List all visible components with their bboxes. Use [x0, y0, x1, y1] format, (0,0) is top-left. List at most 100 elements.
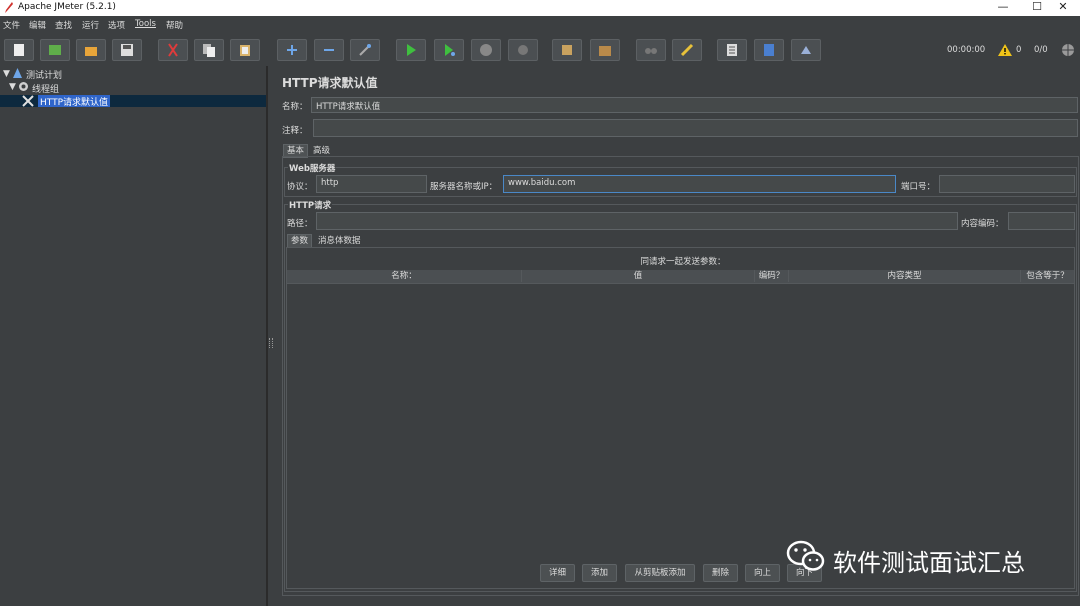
parameters-panel	[286, 247, 1075, 589]
warning-count: 0	[1016, 45, 1022, 55]
gear-icon	[19, 82, 28, 91]
start-no-pause-icon	[445, 44, 455, 56]
column-header-content-type[interactable]: 内容类型	[789, 270, 1021, 282]
open-icon	[85, 47, 97, 56]
remote-button[interactable]	[791, 39, 821, 61]
menu-tools[interactable]: Tools	[135, 19, 156, 29]
tree-item-thread-group[interactable]: 线程组	[32, 82, 59, 95]
clear-icon	[562, 45, 572, 55]
column-header-encode[interactable]: 编码？	[755, 270, 789, 282]
tree-item-http-defaults[interactable]: HTTP请求默认值	[38, 95, 111, 108]
help-icon	[764, 44, 774, 56]
toggle-button[interactable]	[350, 39, 380, 61]
collapse-icon	[324, 49, 334, 51]
name-label: 名称：	[282, 102, 308, 112]
paste-icon	[240, 45, 250, 56]
function-helper-button[interactable]	[717, 39, 747, 61]
add-from-clipboard-button[interactable]: 从剪贴板添加	[625, 564, 695, 582]
copy-button[interactable]	[194, 39, 224, 61]
clear-button[interactable]	[552, 39, 582, 61]
minimize-button[interactable]: —	[986, 0, 1020, 16]
new-icon	[14, 44, 24, 56]
menu-run[interactable]: 运行	[82, 19, 99, 31]
warning-icon[interactable]	[998, 44, 1012, 56]
menu-file[interactable]: 文件	[3, 19, 20, 31]
wechat-logo-icon	[786, 540, 825, 571]
subtab-body-data[interactable]: 消息体数据	[315, 235, 364, 247]
path-label: 路径：	[287, 219, 313, 229]
start-icon	[407, 44, 416, 56]
port-input[interactable]	[939, 175, 1075, 193]
title-bar: Apache JMeter (5.2.1) — ☐ ✕	[0, 0, 1080, 16]
open-button[interactable]	[76, 39, 106, 61]
http-request-title: HTTP请求	[288, 199, 333, 211]
templates-button[interactable]	[40, 39, 70, 61]
tree-expand-group-icon[interactable]: ▼	[9, 82, 16, 92]
watermark-text: 软件测试面试汇总	[833, 549, 1025, 577]
jmeter-feather-icon	[5, 2, 13, 13]
params-caption: 同请求一起发送参数：	[640, 257, 726, 267]
help-button[interactable]	[754, 39, 784, 61]
detail-button[interactable]: 详细	[540, 564, 575, 582]
search-icon	[645, 48, 657, 54]
save-button[interactable]	[112, 39, 142, 61]
delete-button[interactable]: 删除	[703, 564, 738, 582]
cut-icon	[168, 43, 178, 57]
toggle-icon	[359, 44, 371, 56]
copy-icon	[203, 44, 215, 57]
shutdown-icon	[518, 45, 528, 55]
start-button[interactable]	[396, 39, 426, 61]
encoding-label: 内容编码：	[961, 219, 1004, 229]
stop-button[interactable]	[471, 39, 501, 61]
templates-icon	[49, 45, 61, 55]
menu-search[interactable]: 查找	[55, 19, 72, 31]
remote-globe-icon[interactable]	[1061, 43, 1075, 57]
comment-label: 注释：	[282, 126, 308, 136]
add-button[interactable]: 添加	[582, 564, 617, 582]
menu-help[interactable]: 帮助	[166, 19, 183, 31]
reset-search-button[interactable]	[672, 39, 702, 61]
shutdown-button[interactable]	[508, 39, 538, 61]
column-header-include-equals[interactable]: 包含等于？	[1021, 270, 1074, 282]
server-input-value: www.baidu.com	[508, 178, 576, 188]
search-button[interactable]	[636, 39, 666, 61]
menu-options[interactable]: 选项	[108, 19, 125, 31]
function-helper-icon	[727, 44, 737, 56]
start-no-pauses-button[interactable]	[434, 39, 464, 61]
column-header-value[interactable]: 值	[522, 270, 755, 282]
menu-edit[interactable]: 编辑	[29, 19, 46, 31]
server-label: 服务器名称或IP：	[430, 182, 498, 192]
active-threads-ratio: 0/0	[1034, 45, 1048, 55]
name-input[interactable]: HTTP请求默认值	[311, 97, 1078, 113]
test-plan-tree	[0, 66, 267, 606]
expand-icon	[287, 45, 297, 55]
expand-all-button[interactable]	[277, 39, 307, 61]
tree-item-test-plan[interactable]: 测试计划	[26, 68, 62, 81]
subtab-parameters[interactable]: 参数	[287, 234, 313, 248]
wrench-icon	[22, 95, 34, 107]
tree-expand-root-icon[interactable]: ▼	[3, 69, 10, 79]
encoding-input[interactable]	[1008, 212, 1075, 230]
port-label: 端口号：	[901, 182, 936, 192]
close-button[interactable]: ✕	[1046, 0, 1080, 16]
protocol-label: 协议：	[287, 182, 313, 192]
collapse-all-button[interactable]	[314, 39, 344, 61]
menu-bar: 文件 编辑 查找 运行 选项 Tools 帮助	[0, 16, 1080, 34]
protocol-input[interactable]: http	[316, 175, 427, 193]
cut-button[interactable]	[158, 39, 188, 61]
elapsed-time: 00:00:00	[947, 45, 986, 55]
comment-input[interactable]	[313, 119, 1078, 137]
protocol-input-value: http	[321, 178, 339, 188]
column-header-name[interactable]: 名称：	[287, 270, 522, 282]
remote-icon	[801, 46, 811, 54]
server-input[interactable]: www.baidu.com	[503, 175, 896, 193]
split-divider[interactable]	[267, 66, 274, 606]
path-input[interactable]	[316, 212, 958, 230]
test-plan-icon	[13, 68, 22, 78]
new-button[interactable]	[4, 39, 34, 61]
paste-button[interactable]	[230, 39, 260, 61]
stop-icon	[480, 44, 492, 56]
window-title: Apache JMeter (5.2.1)	[18, 2, 116, 12]
clear-all-button[interactable]	[590, 39, 620, 61]
up-button[interactable]: 向上	[745, 564, 780, 582]
